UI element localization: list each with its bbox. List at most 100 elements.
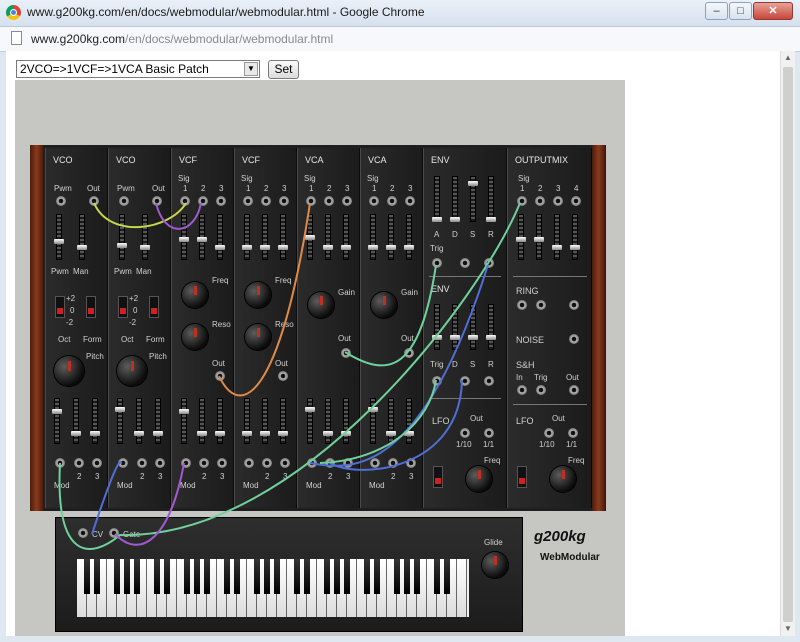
glide-knob[interactable]	[482, 552, 508, 578]
sig-jack-1[interactable]	[243, 196, 253, 206]
mod-slider-3[interactable]	[278, 398, 288, 444]
mod-jack-3[interactable]	[280, 458, 290, 468]
black-key[interactable]	[94, 559, 100, 594]
black-key[interactable]	[254, 559, 260, 594]
sig-slider-1[interactable]	[179, 214, 189, 260]
minimize-button[interactable]: –	[705, 2, 728, 20]
sig-jack-3[interactable]	[405, 196, 415, 206]
black-key[interactable]	[184, 559, 190, 594]
decay-slider-2[interactable]	[450, 304, 460, 350]
lfo-out-jack-2[interactable]	[568, 428, 578, 438]
black-key[interactable]	[304, 559, 310, 594]
form-switch[interactable]	[86, 296, 96, 318]
ring-in-jack-2[interactable]	[536, 300, 546, 310]
black-key[interactable]	[84, 559, 90, 594]
sig-slider-3[interactable]	[215, 214, 225, 260]
env2-out-jack-1[interactable]	[460, 376, 470, 386]
noise-out-jack[interactable]	[569, 334, 579, 344]
mod-jack-3[interactable]	[92, 458, 102, 468]
mod-slider-1[interactable]	[305, 398, 315, 444]
mod-slider-1[interactable]	[368, 398, 378, 444]
sig-slider-1[interactable]	[368, 214, 378, 260]
release-slider[interactable]	[486, 176, 496, 222]
mod-slider-2[interactable]	[260, 398, 270, 444]
sig-jack-3[interactable]	[553, 196, 563, 206]
mod-slider-2[interactable]	[323, 398, 333, 444]
chevron-down-icon[interactable]: ▼	[244, 62, 258, 76]
sig-jack-1[interactable]	[180, 196, 190, 206]
scrollbar-thumb[interactable]	[783, 67, 793, 622]
mod-jack-1[interactable]	[370, 458, 380, 468]
black-key[interactable]	[124, 559, 130, 594]
sustain-slider-2[interactable]	[468, 304, 478, 350]
sig-jack-1[interactable]	[517, 196, 527, 206]
mod-slider-2[interactable]	[71, 398, 81, 444]
black-key[interactable]	[224, 559, 230, 594]
cv-jack[interactable]	[78, 528, 88, 538]
mod-slider-3[interactable]	[90, 398, 100, 444]
ring-out-jack[interactable]	[569, 300, 579, 310]
mod-jack-2[interactable]	[199, 458, 209, 468]
black-key[interactable]	[334, 559, 340, 594]
sig-slider-3[interactable]	[278, 214, 288, 260]
url-text[interactable]: www.g200kg.com/en/docs/webmodular/webmod…	[31, 32, 333, 46]
pwm-slider[interactable]	[117, 214, 127, 260]
black-key[interactable]	[154, 559, 160, 594]
black-key[interactable]	[264, 559, 270, 594]
mod-jack-3[interactable]	[406, 458, 416, 468]
trig-jack-2[interactable]	[432, 376, 442, 386]
piano-keys[interactable]	[77, 559, 469, 617]
mod-slider-2[interactable]	[134, 398, 144, 444]
sig-jack-1[interactable]	[369, 196, 379, 206]
env-out-jack-2[interactable]	[484, 258, 494, 268]
lfo-out-jack-1[interactable]	[544, 428, 554, 438]
black-key[interactable]	[364, 559, 370, 594]
black-key[interactable]	[274, 559, 280, 594]
mod-slider-1[interactable]	[179, 398, 189, 444]
sh-in-jack[interactable]	[517, 385, 527, 395]
sh-trig-jack[interactable]	[536, 385, 546, 395]
lfo-freq-knob[interactable]	[550, 466, 576, 492]
out-jack[interactable]	[341, 348, 351, 358]
address-bar[interactable]: www.g200kg.com/en/docs/webmodular/webmod…	[0, 27, 800, 52]
gain-knob[interactable]	[371, 292, 397, 318]
out-jack[interactable]	[404, 348, 414, 358]
ring-in-jack-1[interactable]	[517, 300, 527, 310]
lfo-out-jack-2[interactable]	[484, 428, 494, 438]
mix-slider-4[interactable]	[570, 214, 580, 260]
sig-jack-3[interactable]	[279, 196, 289, 206]
sig-jack-2[interactable]	[324, 196, 334, 206]
mod-jack-1[interactable]	[244, 458, 254, 468]
freq-knob[interactable]	[245, 282, 271, 308]
close-button[interactable]: ✕	[753, 2, 793, 20]
maximize-button[interactable]: □	[729, 2, 752, 20]
mix-slider-3[interactable]	[552, 214, 562, 260]
freq-knob[interactable]	[182, 282, 208, 308]
scroll-down-arrow-icon[interactable]: ▼	[781, 622, 795, 636]
lfo-out-jack-1[interactable]	[460, 428, 470, 438]
mod-jack-3[interactable]	[343, 458, 353, 468]
black-key[interactable]	[344, 559, 350, 594]
sh-out-jack[interactable]	[569, 385, 579, 395]
lfo-freq-knob[interactable]	[466, 466, 492, 492]
form-switch[interactable]	[149, 296, 159, 318]
pwm-slider[interactable]	[54, 214, 64, 260]
mix-slider-1[interactable]	[516, 214, 526, 260]
pitch-knob[interactable]	[54, 356, 84, 386]
mod-jack-2[interactable]	[325, 458, 335, 468]
out-jack[interactable]	[89, 196, 99, 206]
trig-jack[interactable]	[432, 258, 442, 268]
sig-slider-2[interactable]	[197, 214, 207, 260]
mod-slider-3[interactable]	[215, 398, 225, 444]
sig-slider-3[interactable]	[341, 214, 351, 260]
black-key[interactable]	[234, 559, 240, 594]
sustain-slider[interactable]	[468, 176, 478, 222]
black-key[interactable]	[204, 559, 210, 594]
mod-slider-1[interactable]	[115, 398, 125, 444]
black-key[interactable]	[324, 559, 330, 594]
env-out-jack-1[interactable]	[460, 258, 470, 268]
sig-slider-2[interactable]	[260, 214, 270, 260]
oct-switch[interactable]	[55, 296, 65, 318]
black-key[interactable]	[194, 559, 200, 594]
sig-jack-2[interactable]	[198, 196, 208, 206]
